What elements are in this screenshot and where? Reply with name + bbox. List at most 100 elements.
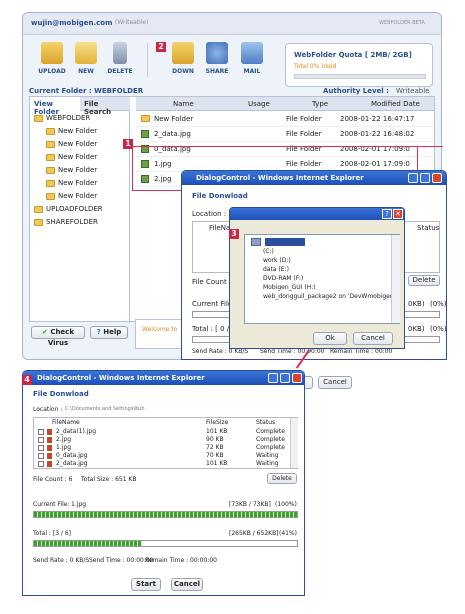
checkbox[interactable] — [38, 437, 44, 443]
tree-item[interactable]: New Folder — [30, 150, 129, 163]
mail-label: MAIL — [243, 68, 261, 75]
delete-label: DELETE — [107, 68, 133, 75]
browse-help-icon[interactable]: ? — [382, 209, 392, 219]
dialog-2-remain: Remain Time : 00:00:00 — [145, 557, 217, 564]
quota-title: WebFolder Quota [ 2MB/ 2GB] — [294, 51, 412, 59]
help-icon: ? — [96, 328, 101, 336]
folder-icon — [46, 140, 55, 148]
list-item[interactable]: 2_data(1).jpg 101 KB Complete — [34, 428, 289, 436]
browse-close-icon[interactable]: ✕ — [393, 209, 403, 219]
cell-size: 70 KB — [206, 452, 224, 459]
cell-status: Waiting — [256, 452, 279, 459]
cell-name: 2_data.jpg — [154, 130, 191, 138]
dialog-2-delete-button[interactable]: Delete — [267, 473, 297, 484]
col-type[interactable]: Type — [312, 101, 328, 108]
share-label: SHARE — [205, 68, 229, 75]
tree-item[interactable]: New Folder — [30, 124, 129, 137]
dialog-2-cancel-button[interactable]: Cancel — [171, 578, 203, 591]
maximize-icon[interactable] — [280, 373, 290, 383]
dialog-2-current-label: Current File: — [33, 501, 70, 508]
down-label: DOWN — [172, 68, 194, 75]
delete-button[interactable]: DELETE — [103, 42, 137, 75]
image-file-icon — [141, 130, 149, 138]
tree-item[interactable]: WEBFOLDER — [30, 111, 129, 124]
cell-size: 101 KB — [206, 428, 228, 435]
dialog-2-total-bar — [33, 540, 298, 547]
cell-status: Complete — [256, 428, 285, 435]
maximize-icon[interactable] — [420, 173, 430, 183]
tree-item[interactable]: New Folder — [30, 189, 129, 202]
dialog-2-total-fill — [34, 541, 142, 546]
tree-item-label: UPLOADFOLDER — [46, 205, 103, 213]
dialog-1-cancel-label: Cancel — [323, 378, 347, 386]
dialog-1-pct1: (0%) — [430, 300, 447, 308]
dialog-1-cancel-button[interactable]: Cancel — [318, 376, 352, 389]
dialog-1-pct2: (0%) — [430, 325, 447, 333]
quota-bar — [294, 74, 426, 79]
tree-item[interactable]: New Folder — [30, 163, 129, 176]
col-name[interactable]: Name — [173, 101, 194, 108]
list-item[interactable]: 0_data.jpg 70 KB Waiting — [34, 452, 289, 460]
dialog-2-scrollbar[interactable] — [290, 418, 298, 468]
check-virus-button[interactable]: ✔ Check Virus — [31, 326, 85, 347]
checkbox[interactable] — [38, 453, 44, 459]
close-icon[interactable] — [432, 173, 442, 183]
browse-cancel-button[interactable]: Cancel — [353, 332, 393, 345]
dialog-2-col-name: FileName — [52, 419, 80, 426]
webfolder-header: wujin@mobigen.com (Writeable) WEBFOLDER … — [23, 13, 441, 35]
down-button[interactable]: DOWN — [166, 42, 200, 75]
new-button[interactable]: NEW — [69, 42, 103, 75]
minimize-icon[interactable] — [408, 173, 418, 183]
browse-ok-button[interactable]: Ok — [313, 332, 347, 345]
dialog-2-start-label: Start — [136, 580, 156, 588]
drive-item[interactable]: web_dongguil_package2 on 'DevWmobiger — [255, 294, 392, 303]
help-label: Help — [103, 328, 122, 336]
trash-icon — [113, 42, 127, 64]
close-icon[interactable] — [292, 373, 302, 383]
cell-date: 2008-01-22 16:47:17 — [340, 115, 415, 123]
image-file-icon — [47, 445, 52, 451]
tab-view-folder[interactable]: View Folder — [30, 97, 80, 116]
toolbar-divider — [147, 43, 148, 77]
tree-item-label: New Folder — [58, 127, 98, 135]
tree-item[interactable]: UPLOADFOLDER — [30, 202, 129, 215]
col-modified[interactable]: Modified Date — [371, 101, 420, 108]
dialog-1-delete-button[interactable]: Delete — [408, 275, 440, 286]
folder-icon — [46, 179, 55, 187]
cell-status: Complete — [256, 444, 285, 451]
tab-file-search[interactable]: File Search — [80, 97, 130, 116]
badge-4: 4 — [22, 375, 32, 385]
tree-item[interactable]: New Folder — [30, 176, 129, 189]
checkbox[interactable] — [38, 429, 44, 435]
browse-scrollbar[interactable] — [391, 235, 400, 323]
dialog-2-current-fill — [34, 512, 297, 517]
col-usage[interactable]: Usage — [248, 101, 270, 108]
mail-button[interactable]: MAIL — [235, 42, 269, 75]
upload-button[interactable]: UPLOAD — [35, 42, 69, 75]
table-row[interactable]: 2_data.jpg File Folder 2008-01-22 16:48:02 — [136, 127, 434, 142]
tree-item[interactable]: SHAREFOLDER — [30, 215, 129, 228]
help-button[interactable]: ? Help — [90, 326, 128, 339]
list-item[interactable]: 1.jpg 72 KB Complete — [34, 444, 289, 452]
authority-label: Authority Level : — [323, 87, 389, 95]
upload-icon — [41, 42, 63, 64]
table-row[interactable]: New Folder File Folder 2008-01-22 16:47:17 — [136, 112, 434, 127]
browse-selected-item[interactable] — [265, 238, 305, 246]
dialog-2-start-button[interactable]: Start — [131, 578, 161, 591]
dialog-2-cancel-label: Cancel — [173, 580, 201, 588]
checkbox[interactable] — [38, 461, 44, 467]
minimize-icon[interactable] — [268, 373, 278, 383]
badge-3: 3 — [229, 229, 239, 239]
folder-icon — [34, 114, 43, 122]
cell-status: Waiting — [256, 460, 279, 467]
browse-titlebar — [230, 208, 404, 220]
list-item[interactable]: 2_data.jpg 101 KB Waiting — [34, 460, 289, 468]
browse-cancel-label: Cancel — [361, 334, 385, 342]
checkbox[interactable] — [38, 445, 44, 451]
tree-item[interactable]: New Folder — [30, 137, 129, 150]
share-button[interactable]: SHARE — [200, 42, 234, 75]
side-tabs: View Folder File Search — [30, 97, 130, 116]
folder-tree: WEBFOLDER New Folder New Folder New Folder N… — [30, 111, 130, 323]
list-item[interactable]: 2.jpg 90 KB Complete — [34, 436, 289, 444]
dialog-1-pct1-kb: 0KB) — [408, 300, 425, 308]
